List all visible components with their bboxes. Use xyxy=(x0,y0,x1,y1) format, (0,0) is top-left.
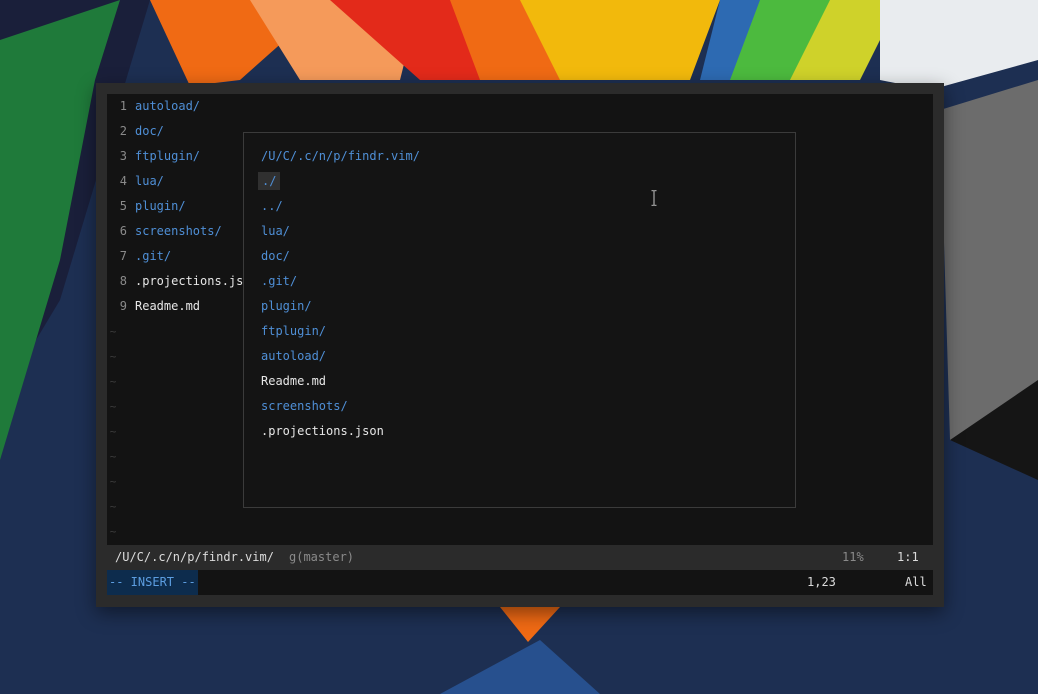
git-branch: g(master) xyxy=(289,550,355,564)
empty-line-tilde: ~ xyxy=(109,500,117,513)
empty-line-tilde: ~ xyxy=(109,350,117,363)
picker-item-label: Readme.md xyxy=(261,374,327,388)
empty-line-tilde: ~ xyxy=(109,375,117,388)
empty-line-tilde: ~ xyxy=(109,475,117,488)
directory-entry: lua/ xyxy=(135,174,164,188)
ruler-scroll: All xyxy=(905,575,927,589)
picker-item-label-selected: ./ xyxy=(258,172,281,190)
directory-entry: .git/ xyxy=(135,249,172,263)
empty-line-tilde: ~ xyxy=(109,525,117,538)
picker-item[interactable]: Readme.md xyxy=(261,369,326,394)
line-number: 7 xyxy=(119,249,127,263)
picker-item-label: autoload/ xyxy=(261,349,327,363)
status-line: /U/C/.c/n/p/findr.vim/ g(master) 11% 1:1 xyxy=(107,545,933,570)
file-entry: .projections.js xyxy=(135,274,244,288)
empty-line-tilde: ~ xyxy=(109,400,117,413)
picker-item[interactable]: ../ xyxy=(261,194,283,219)
picker-item-label: ftplugin/ xyxy=(261,324,327,338)
terminal-window: 1 autoload/2 doc/3 ftplugin/4 lua/5 plugin/6 s… xyxy=(96,83,944,607)
picker-item-label: .projections.json xyxy=(261,424,384,438)
buffer-line[interactable]: 8 .projections.js xyxy=(107,269,244,294)
buffer-line[interactable]: 3 ftplugin/ xyxy=(107,144,200,169)
ruler-position: 1,23 xyxy=(807,575,836,589)
mode-indicator: -- INSERT -- xyxy=(107,570,198,595)
line-number: 6 xyxy=(119,224,127,238)
directory-entry: doc/ xyxy=(135,124,164,138)
picker-prompt: /U/C/.c/n/p/findr.vim/ xyxy=(261,149,420,163)
picker-item[interactable]: .git/ xyxy=(261,269,297,294)
mouse-ibeam-cursor-icon xyxy=(651,190,657,206)
cursor-position: 1:1 xyxy=(897,550,919,564)
picker-item[interactable]: screenshots/ xyxy=(261,394,348,419)
empty-line-tilde: ~ xyxy=(109,325,117,338)
line-number: 1 xyxy=(119,99,127,113)
buffer-line[interactable]: 6 screenshots/ xyxy=(107,219,222,244)
status-path: /U/C/.c/n/p/findr.vim/ xyxy=(115,550,274,564)
line-number: 2 xyxy=(119,124,127,138)
picker-item-label: screenshots/ xyxy=(261,399,348,413)
picker-item[interactable]: ./ xyxy=(258,169,281,194)
directory-entry: ftplugin/ xyxy=(135,149,201,163)
picker-item[interactable]: autoload/ xyxy=(261,344,326,369)
picker-item[interactable]: .projections.json xyxy=(261,419,384,444)
picker-item-label: doc/ xyxy=(261,249,290,263)
picker-item[interactable]: plugin/ xyxy=(261,294,312,319)
line-number: 9 xyxy=(119,299,127,313)
line-number: 4 xyxy=(119,174,127,188)
buffer-line[interactable]: 4 lua/ xyxy=(107,169,164,194)
buffer-line[interactable]: 2 doc/ xyxy=(107,119,164,144)
directory-entry: autoload/ xyxy=(135,99,201,113)
empty-line-tilde: ~ xyxy=(109,450,117,463)
line-number: 3 xyxy=(119,149,127,163)
buffer-line[interactable]: 1 autoload/ xyxy=(107,94,200,119)
command-line[interactable]: -- INSERT -- 1,23 All xyxy=(107,570,933,595)
directory-entry: screenshots/ xyxy=(135,224,222,238)
picker-item[interactable]: doc/ xyxy=(261,244,290,269)
picker-item-label: ../ xyxy=(261,199,283,213)
picker-item[interactable]: ftplugin/ xyxy=(261,319,326,344)
picker-item[interactable]: lua/ xyxy=(261,219,290,244)
picker-item-label: plugin/ xyxy=(261,299,312,313)
empty-line-markers: ~ ~ ~ ~ ~ ~ ~ ~ ~ xyxy=(107,319,119,544)
file-picker-popup[interactable]: /U/C/.c/n/p/findr.vim/ ./ ../ lua/doc/ .git… xyxy=(243,132,796,508)
picker-item-label: .git/ xyxy=(261,274,298,288)
picker-item-label: lua/ xyxy=(261,224,290,238)
scroll-percent: 11% xyxy=(842,550,864,564)
directory-entry: plugin/ xyxy=(135,199,186,213)
file-entry: Readme.md xyxy=(135,299,201,313)
line-number: 8 xyxy=(119,274,127,288)
empty-line-tilde: ~ xyxy=(109,425,117,438)
buffer-line[interactable]: 5 plugin/ xyxy=(107,194,186,219)
editor-buffer[interactable]: 1 autoload/2 doc/3 ftplugin/4 lua/5 plugin/6 s… xyxy=(107,94,933,545)
buffer-line[interactable]: 9 Readme.md xyxy=(107,294,200,319)
line-number: 5 xyxy=(119,199,127,213)
buffer-line[interactable]: 7 .git/ xyxy=(107,244,171,269)
